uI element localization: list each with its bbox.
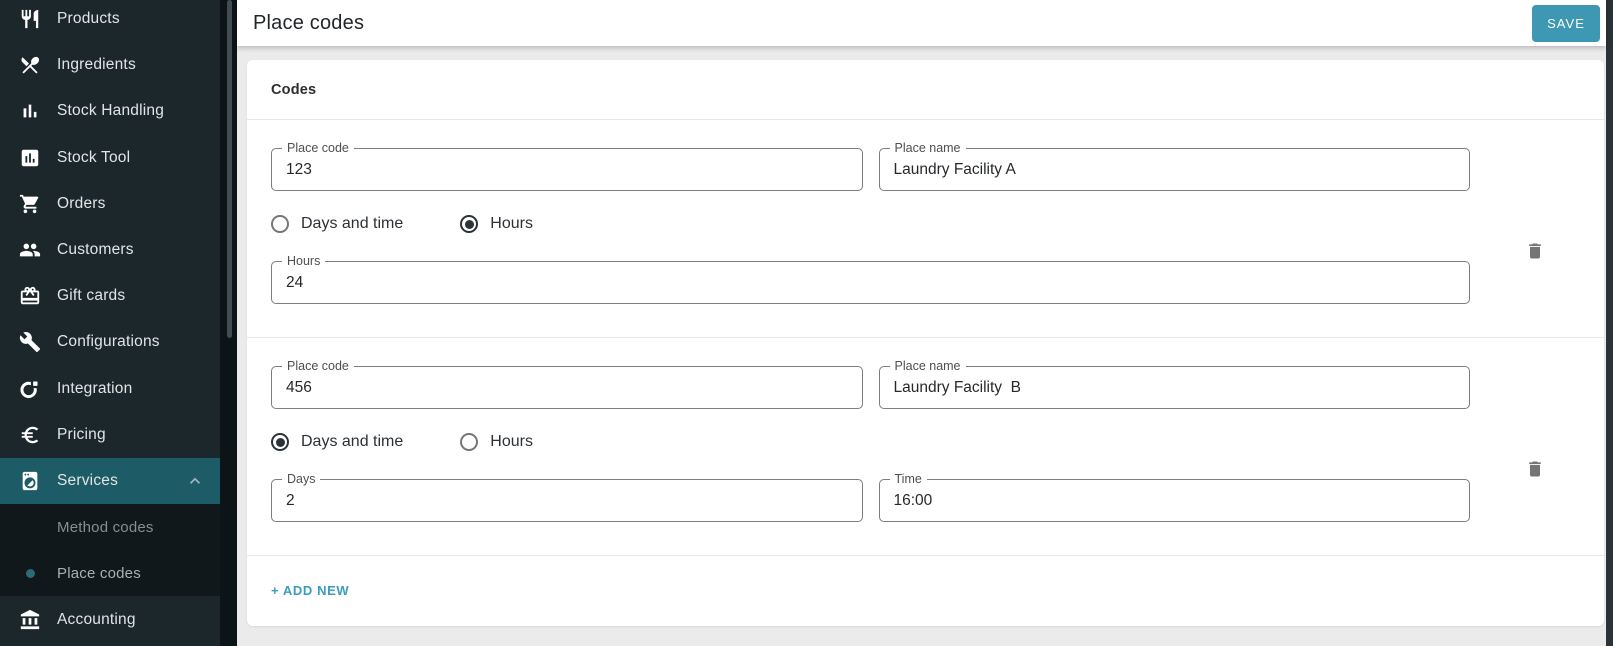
sidebar-item-stock-tool[interactable]: Stock Tool bbox=[0, 135, 220, 181]
page-scrollbar[interactable] bbox=[1606, 0, 1613, 646]
sidebar-item-label: Products bbox=[57, 10, 120, 28]
sidebar-item-orders[interactable]: Orders bbox=[0, 181, 220, 227]
save-button[interactable]: SAVE bbox=[1532, 5, 1600, 42]
app-window: Products Ingredients Stock Handling Stoc… bbox=[0, 0, 1613, 646]
washing-machine-icon bbox=[18, 469, 42, 493]
card-footer: + ADD NEW bbox=[247, 556, 1604, 626]
field-value: 456 bbox=[286, 367, 312, 408]
sidebar-item-label: Services bbox=[57, 472, 118, 490]
chart-box-icon bbox=[18, 146, 42, 170]
sidebar: Products Ingredients Stock Handling Stoc… bbox=[0, 0, 220, 646]
sidebar-subitem-method-codes[interactable]: Method codes bbox=[0, 504, 220, 550]
place-code-input[interactable]: Place code 456 bbox=[271, 366, 863, 409]
sidebar-item-label: Pricing bbox=[57, 426, 106, 444]
cutlery-crossed-icon bbox=[18, 53, 42, 77]
sidebar-item-stock-handling[interactable]: Stock Handling bbox=[0, 88, 220, 134]
restaurant-icon bbox=[18, 7, 42, 31]
sidebar-subitem-label: Method codes bbox=[57, 519, 154, 536]
mode-radio-group: Days and time Hours bbox=[271, 215, 1470, 233]
field-value: 123 bbox=[286, 149, 312, 190]
radio-hours[interactable]: Hours bbox=[460, 433, 533, 451]
radio-days-and-time[interactable]: Days and time bbox=[271, 215, 403, 233]
euro-icon bbox=[18, 423, 42, 447]
radio-selected-icon bbox=[271, 433, 289, 451]
active-dot-icon bbox=[26, 569, 35, 578]
wrench-icon bbox=[18, 330, 42, 354]
sidebar-subitem-place-codes[interactable]: Place codes bbox=[0, 550, 220, 596]
sidebar-item-services[interactable]: Services bbox=[0, 458, 220, 504]
radio-days-and-time[interactable]: Days and time bbox=[271, 433, 403, 451]
sidebar-item-accounting[interactable]: Accounting bbox=[0, 596, 220, 642]
place-code-input[interactable]: Place code 123 bbox=[271, 148, 863, 191]
bar-chart-icon bbox=[18, 99, 42, 123]
radio-selected-icon bbox=[460, 215, 478, 233]
mode-radio-group: Days and time Hours bbox=[271, 433, 1470, 451]
bank-icon bbox=[18, 608, 42, 632]
sidebar-subitem-label: Place codes bbox=[57, 565, 141, 582]
trash-icon bbox=[1525, 241, 1545, 261]
gift-card-icon bbox=[18, 284, 42, 308]
sidebar-item-label: Gift cards bbox=[57, 287, 125, 305]
sidebar-item-label: Accounting bbox=[57, 611, 136, 629]
chevron-up-icon bbox=[185, 471, 205, 491]
people-icon bbox=[18, 238, 42, 262]
field-value: 2 bbox=[286, 480, 295, 521]
radio-hours[interactable]: Hours bbox=[460, 215, 533, 233]
time-input[interactable]: Time 16:00 bbox=[879, 479, 1471, 522]
sidebar-item-integration[interactable]: Integration bbox=[0, 366, 220, 412]
field-value: Laundry Facility A bbox=[894, 149, 1016, 190]
sidebar-scrollbar-thumb[interactable] bbox=[227, 0, 232, 338]
radio-unselected-icon bbox=[271, 215, 289, 233]
radio-unselected-icon bbox=[460, 433, 478, 451]
field-value: 24 bbox=[286, 262, 303, 303]
top-bar: Place codes SAVE bbox=[237, 0, 1606, 46]
place-name-input[interactable]: Place name Laundry Facility A bbox=[879, 148, 1471, 191]
delete-entry-button[interactable] bbox=[1525, 241, 1545, 261]
sidebar-item-customers[interactable]: Customers bbox=[0, 227, 220, 273]
sidebar-item-label: Customers bbox=[57, 241, 134, 259]
delete-entry-button[interactable] bbox=[1525, 459, 1545, 479]
days-input[interactable]: Days 2 bbox=[271, 479, 863, 522]
sidebar-item-label: Orders bbox=[57, 195, 106, 213]
place-code-entry: Place code 456 Place name Laundry Facili… bbox=[247, 366, 1604, 556]
sidebar-item-ingredients[interactable]: Ingredients bbox=[0, 42, 220, 88]
sidebar-item-label: Ingredients bbox=[57, 56, 136, 74]
card-section-title: Codes bbox=[247, 60, 1604, 120]
shopping-cart-icon bbox=[18, 192, 42, 216]
field-value: Laundry Facility B bbox=[894, 367, 1022, 408]
sidebar-item-label: Stock Tool bbox=[57, 149, 130, 167]
sidebar-item-gift-cards[interactable]: Gift cards bbox=[0, 273, 220, 319]
services-submenu: Method codes Place codes bbox=[0, 504, 220, 596]
sidebar-item-configurations[interactable]: Configurations bbox=[0, 319, 220, 365]
place-name-input[interactable]: Place name Laundry Facility B bbox=[879, 366, 1471, 409]
integration-icon bbox=[18, 377, 42, 401]
sidebar-item-label: Configurations bbox=[57, 333, 160, 351]
trash-icon bbox=[1525, 459, 1545, 479]
field-value: 16:00 bbox=[894, 480, 933, 521]
sidebar-item-label: Integration bbox=[57, 380, 132, 398]
place-code-entry: Place code 123 Place name Laundry Facili… bbox=[247, 148, 1604, 338]
codes-card: Codes Place code 123 Place name Laundry … bbox=[247, 60, 1604, 626]
content-area: Codes Place code 123 Place name Laundry … bbox=[237, 60, 1606, 646]
sidebar-item-products[interactable]: Products bbox=[0, 0, 220, 42]
sidebar-item-label: Stock Handling bbox=[57, 102, 164, 120]
sidebar-nav: Products Ingredients Stock Handling Stoc… bbox=[0, 0, 220, 643]
main-area: Place codes SAVE Codes Place code 123 Pl… bbox=[237, 0, 1606, 646]
add-new-button[interactable]: + ADD NEW bbox=[271, 583, 349, 598]
sidebar-scrollbar[interactable] bbox=[220, 0, 237, 646]
page-title: Place codes bbox=[253, 12, 364, 35]
sidebar-item-pricing[interactable]: Pricing bbox=[0, 412, 220, 458]
hours-input[interactable]: Hours 24 bbox=[271, 261, 1470, 304]
